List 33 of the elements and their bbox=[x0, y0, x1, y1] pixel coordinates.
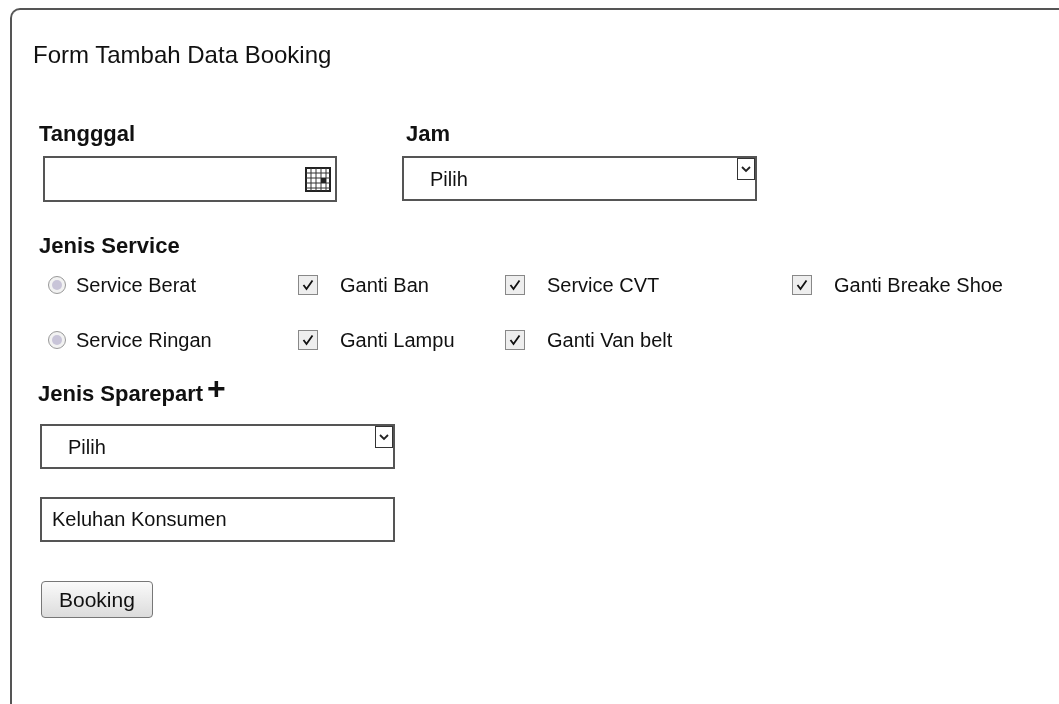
dropdown-field[interactable]: Pilih bbox=[40, 424, 395, 469]
checkmark-icon bbox=[796, 278, 808, 291]
option-label: Service Ringan bbox=[76, 327, 212, 353]
option-label: Service CVT bbox=[547, 272, 660, 298]
checkmark-icon bbox=[509, 278, 521, 291]
option-label: Ganti Breake Shoe bbox=[834, 272, 1003, 298]
dropdown-caret-icon[interactable] bbox=[737, 158, 755, 180]
complaint-input-field[interactable]: Keluhan Konsumen bbox=[40, 497, 395, 542]
option-label: Ganti Ban bbox=[340, 272, 429, 298]
checkbox[interactable] bbox=[298, 274, 318, 295]
option-label: Service Berat bbox=[76, 272, 197, 298]
field-label: Jam bbox=[406, 120, 452, 148]
field-label: Tangggal bbox=[39, 120, 137, 148]
section-label: Jenis Sparepart bbox=[38, 380, 204, 408]
calendar-icon[interactable] bbox=[305, 166, 331, 192]
dropdown-caret-icon[interactable] bbox=[375, 426, 393, 448]
checkmark-icon bbox=[302, 333, 314, 346]
checkbox[interactable] bbox=[505, 274, 525, 295]
option-label: Ganti Van belt bbox=[547, 327, 673, 353]
form-title: Form Tambah Data Booking bbox=[33, 40, 333, 70]
dropdown-field[interactable]: Pilih bbox=[402, 156, 757, 201]
checkmark-icon bbox=[302, 278, 314, 291]
checkbox[interactable] bbox=[792, 274, 812, 295]
checkbox[interactable] bbox=[505, 329, 525, 350]
date-field[interactable] bbox=[43, 156, 337, 202]
checkbox[interactable] bbox=[298, 329, 318, 350]
booking-button[interactable]: Booking bbox=[41, 581, 153, 618]
add-button[interactable]: + bbox=[207, 374, 226, 402]
checkmark-icon bbox=[509, 333, 521, 346]
radio-button[interactable] bbox=[48, 275, 66, 294]
section-label: Jenis Service bbox=[39, 232, 181, 260]
option-label: Ganti Lampu bbox=[340, 327, 455, 353]
radio-button[interactable] bbox=[48, 330, 66, 349]
